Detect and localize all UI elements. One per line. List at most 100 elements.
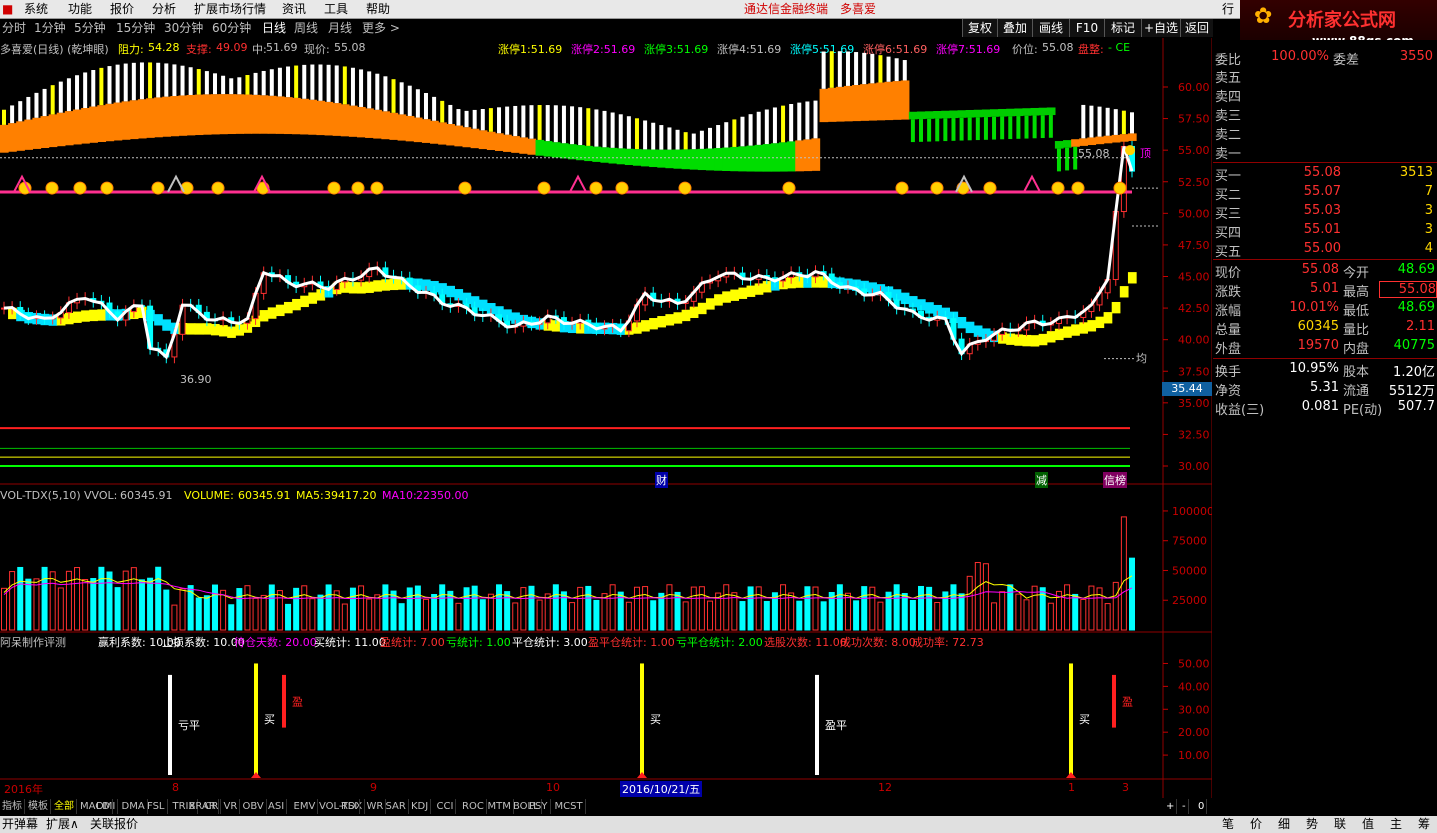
- vol-bar-20: [163, 589, 170, 631]
- ribbon-bar-37: [302, 64, 307, 99]
- signal-triangle-3: [569, 174, 587, 193]
- vol-bar-11: [90, 578, 97, 631]
- chart-canvas[interactable]: 60.0057.5055.0052.5050.0047.5045.0042.50…: [0, 38, 1212, 798]
- tab-ctrl-1[interactable]: -: [1180, 799, 1189, 814]
- status-tab-6[interactable]: 主: [1384, 816, 1408, 833]
- menu-analysis[interactable]: 分析: [152, 0, 176, 18]
- vol-bar-85: [690, 586, 697, 631]
- restore-rights-button[interactable]: 复权: [962, 19, 997, 37]
- draw-line-button[interactable]: 画线: [1032, 19, 1069, 37]
- ribbon-bar-23: [188, 67, 193, 95]
- status-tab-0[interactable]: 笔: [1216, 816, 1240, 833]
- period-more[interactable]: 更多 >: [362, 20, 400, 36]
- ribbon-80: [649, 149, 658, 168]
- tab-模板[interactable]: 模板: [26, 799, 51, 814]
- menu-quote[interactable]: 报价: [110, 0, 134, 18]
- tab-fsl[interactable]: FSL: [145, 799, 168, 814]
- status-tab-5[interactable]: 值: [1356, 816, 1380, 833]
- tab-mtm[interactable]: MTM: [486, 799, 514, 814]
- menu-system[interactable]: 系统: [24, 0, 48, 18]
- ribbon-bar-14: [115, 64, 120, 103]
- period-monthly[interactable]: 月线: [328, 20, 352, 36]
- mark-button[interactable]: 标记: [1104, 19, 1141, 37]
- status-tab-3[interactable]: 势: [1300, 816, 1324, 833]
- menu-news[interactable]: 资讯: [282, 0, 306, 18]
- tab-cr[interactable]: CR: [203, 799, 222, 814]
- period-daily[interactable]: 日线: [262, 20, 286, 36]
- f10-button[interactable]: F10: [1069, 19, 1104, 37]
- signal-bar-4: [815, 674, 819, 775]
- ribbon-66: [535, 139, 545, 156]
- ma-band-134: [1087, 320, 1097, 332]
- vol-bar-79: [642, 586, 649, 631]
- vol-bar-101: [820, 601, 827, 631]
- stat-label-1: 现价: [1215, 266, 1242, 281]
- status-tab-2[interactable]: 细: [1272, 816, 1296, 833]
- tab-mcst[interactable]: MCST: [553, 799, 586, 814]
- ribbon-bar-66: [537, 105, 542, 140]
- tab-obv[interactable]: OBV: [241, 799, 267, 814]
- tab-psy[interactable]: PSY: [527, 799, 551, 814]
- ribbon-bar-30: [245, 75, 250, 95]
- ribbon-bar-134: [1089, 105, 1094, 138]
- tab-dma[interactable]: DMA: [120, 799, 148, 814]
- status-tab-1[interactable]: 价: [1244, 816, 1268, 833]
- tab-asi[interactable]: ASI: [266, 799, 288, 814]
- ma-band-139: [1127, 272, 1137, 284]
- marker-finance[interactable]: 财: [655, 472, 668, 488]
- expand-toggle[interactable]: 扩展∧: [46, 816, 79, 833]
- ribbon-68: [551, 142, 561, 158]
- period-5min[interactable]: 5分钟: [74, 20, 106, 36]
- ribbon-bar-27: [221, 75, 226, 95]
- tab-emv[interactable]: EMV: [292, 799, 319, 814]
- marker-info-list[interactable]: 信榜: [1103, 472, 1127, 488]
- ribbon-bar-88: [716, 125, 721, 149]
- period-60min[interactable]: 60分钟: [212, 20, 251, 36]
- menu-cut-item[interactable]: 行: [1222, 0, 1234, 18]
- ribbon-54: [438, 122, 447, 145]
- stat-value-2: 5512万: [1388, 384, 1435, 399]
- tab-sar[interactable]: SAR: [384, 799, 409, 814]
- tab-cci[interactable]: CCI: [435, 799, 457, 814]
- tab-指标[interactable]: 指标: [0, 799, 25, 814]
- vol-bar-58: [471, 585, 478, 631]
- ribbon-bar-87: [708, 127, 713, 149]
- x-label-aug: 8: [172, 781, 179, 794]
- status-tab-7[interactable]: 筹: [1412, 816, 1436, 833]
- menu-extended-market[interactable]: 扩展市场行情: [194, 0, 266, 18]
- tab-dmi[interactable]: DMI: [94, 799, 119, 814]
- tab-vr[interactable]: VR: [222, 799, 241, 814]
- period-intraday[interactable]: 分时: [2, 20, 26, 36]
- tab-kdj[interactable]: KDJ: [409, 799, 432, 814]
- ribbon-138: [1119, 134, 1129, 142]
- vol-bar-119: [966, 575, 973, 631]
- tab-roc[interactable]: ROC: [460, 799, 487, 814]
- menu-function[interactable]: 功能: [68, 0, 92, 18]
- vol-bar-105: [853, 600, 860, 631]
- ribbon-105: [852, 85, 861, 122]
- tab-ctrl-0[interactable]: +: [1164, 799, 1178, 814]
- buy-price: 55.07: [1303, 184, 1341, 199]
- ribbon-bar-21: [172, 64, 177, 97]
- tab-rsi[interactable]: RSI: [339, 799, 361, 814]
- tab-全部[interactable]: 全部: [52, 799, 77, 814]
- ribbon-bar-81: [659, 125, 664, 150]
- ribbon-34: [275, 96, 285, 134]
- linked-quote-toggle[interactable]: 关联报价: [90, 816, 138, 833]
- menu-tools[interactable]: 工具: [324, 0, 348, 18]
- danmaku-toggle[interactable]: 开弹幕: [2, 816, 38, 833]
- tab-ctrl-2[interactable]: 0: [1196, 799, 1208, 814]
- ribbon-bar-98: [797, 102, 802, 141]
- quote-stat-row-3: 总量 60345 量比 2.11: [1215, 319, 1435, 338]
- ribbon-77: [624, 148, 634, 166]
- buy-arrow-1: [251, 772, 261, 778]
- marker-reduce[interactable]: 减: [1035, 472, 1048, 488]
- period-30min[interactable]: 30分钟: [164, 20, 203, 36]
- period-1min[interactable]: 1分钟: [34, 20, 66, 36]
- menu-help[interactable]: 帮助: [366, 0, 390, 18]
- status-tab-4[interactable]: 联: [1328, 816, 1352, 833]
- signal-label-0: 亏平: [178, 719, 200, 732]
- overlay-button[interactable]: 叠加: [997, 19, 1032, 37]
- period-15min[interactable]: 15分钟: [116, 20, 155, 36]
- period-weekly[interactable]: 周线: [294, 20, 318, 36]
